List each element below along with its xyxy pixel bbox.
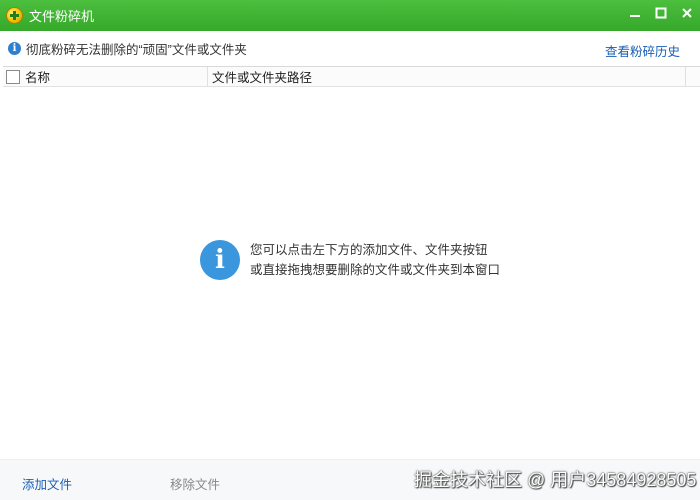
app-logo-icon [6,7,23,24]
close-icon [682,7,692,18]
minimize-icon [630,14,640,17]
close-button[interactable] [674,0,700,25]
title-bar: 文件粉碎机 [0,0,700,31]
column-header-name[interactable]: 名称 [25,67,207,86]
watermark: 掘金技术社区 @ 用户3458492​8505 [414,470,697,490]
info-description: 彻底粉碎无法删除的“顽固”文件或文件夹 [26,43,247,57]
empty-hint-line-1: 您可以点击左下方的添加文件、文件夹按钮 [250,243,488,257]
empty-state: i 您可以点击左下方的添加文件、文件夹按钮 或直接拖拽想要删除的文件或文件夹到本… [200,240,500,280]
view-history-link[interactable]: 查看粉碎历史 [605,41,680,60]
info-bar: i 彻底粉碎无法删除的“顽固”文件或文件夹 查看粉碎历史 [0,31,700,66]
select-all-checkbox[interactable] [6,69,20,84]
empty-state-text: 您可以点击左下方的添加文件、文件夹按钮 或直接拖拽想要删除的文件或文件夹到本窗口 [250,240,500,280]
maximize-icon [655,7,667,18]
bottom-toolbar: 添加文件 移除文件 掘金技术社区 @ 用户3458492​8505 [0,459,700,500]
column-divider[interactable] [207,67,208,86]
window-controls [622,0,700,25]
column-divider[interactable] [685,67,686,86]
remove-file-button[interactable]: 移除文件 [170,474,220,493]
window-title: 文件粉碎机 [29,9,95,24]
info-icon: i [200,240,240,280]
add-file-button[interactable]: 添加文件 [22,474,72,493]
maximize-button[interactable] [648,0,674,25]
list-header: 名称 文件或文件夹路径 [3,66,700,87]
column-header-path[interactable]: 文件或文件夹路径 [212,67,312,86]
info-icon: i [8,42,21,55]
minimize-button[interactable] [622,0,648,25]
empty-hint-line-2: 或直接拖拽想要删除的文件或文件夹到本窗口 [250,263,501,277]
